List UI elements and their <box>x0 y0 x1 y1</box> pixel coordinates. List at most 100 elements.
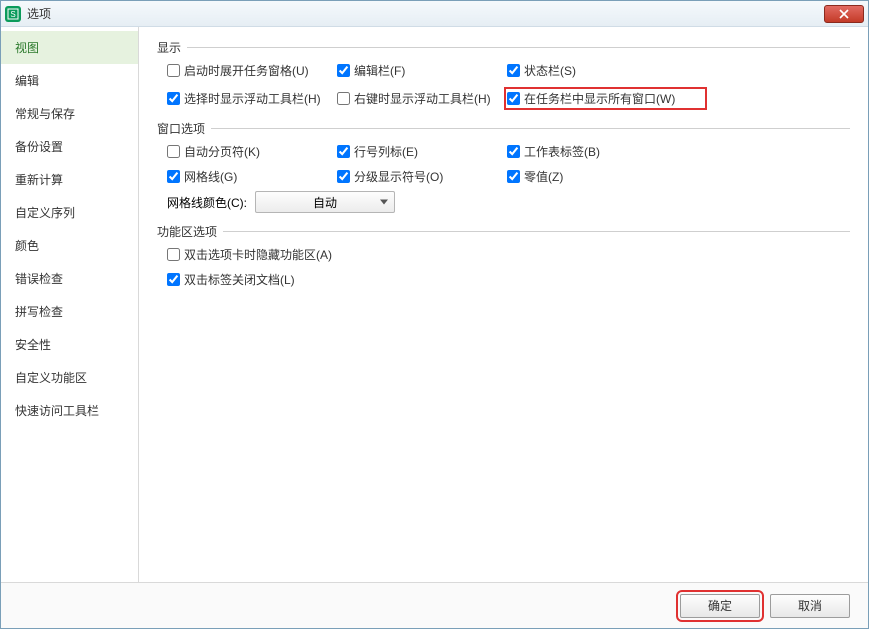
sidebar-item-spell-check[interactable]: 拼写检查 <box>1 295 138 328</box>
checkbox-input[interactable] <box>507 64 520 77</box>
checkbox-label: 双击选项卡时隐藏功能区(A) <box>184 246 332 263</box>
divider <box>187 47 850 48</box>
sidebar-item-customize-ribbon[interactable]: 自定义功能区 <box>1 361 138 394</box>
checkbox-input[interactable] <box>507 170 520 183</box>
group-title: 显示 <box>157 39 181 56</box>
checkbox-sheet-tabs[interactable]: 工作表标签(B) <box>507 143 707 160</box>
checkbox-input[interactable] <box>167 92 180 105</box>
sidebar-item-label: 重新计算 <box>15 173 63 187</box>
checkbox-input[interactable] <box>337 170 350 183</box>
sidebar-item-backup[interactable]: 备份设置 <box>1 130 138 163</box>
checkbox-label: 选择时显示浮动工具栏(H) <box>184 90 321 107</box>
checkbox-input[interactable] <box>167 248 180 261</box>
checkbox-input[interactable] <box>337 145 350 158</box>
group-window-options: 窗口选项 自动分页符(K) 行号列标(E) 工作表标签(B) 网格线(G) 分级… <box>157 120 850 213</box>
checkbox-label: 双击标签关闭文档(L) <box>184 271 295 288</box>
checkbox-label: 零值(Z) <box>524 168 563 185</box>
group-title: 窗口选项 <box>157 120 205 137</box>
sidebar-item-label: 备份设置 <box>15 140 63 154</box>
checkbox-label: 编辑栏(F) <box>354 62 405 79</box>
divider <box>223 231 850 232</box>
sidebar-item-custom-lists[interactable]: 自定义序列 <box>1 196 138 229</box>
checkbox-input[interactable] <box>337 64 350 77</box>
checkbox-label: 自动分页符(K) <box>184 143 260 160</box>
checkbox-label: 工作表标签(B) <box>524 143 600 160</box>
sidebar-item-label: 视图 <box>15 41 39 55</box>
sidebar-item-label: 错误检查 <box>15 272 63 286</box>
group-header: 窗口选项 <box>157 120 850 137</box>
checkbox-list: 双击选项卡时隐藏功能区(A) 双击标签关闭文档(L) <box>157 246 850 288</box>
checkbox-label: 启动时展开任务窗格(U) <box>184 62 309 79</box>
sidebar-item-label: 颜色 <box>15 239 39 253</box>
checkbox-startup-taskpane[interactable]: 启动时展开任务窗格(U) <box>167 62 337 79</box>
checkbox-input[interactable] <box>507 92 520 105</box>
sidebar-item-label: 编辑 <box>15 74 39 88</box>
sidebar-item-error-check[interactable]: 错误检查 <box>1 262 138 295</box>
checkbox-label: 状态栏(S) <box>524 62 576 79</box>
checkbox-label: 在任务栏中显示所有窗口(W) <box>524 90 675 107</box>
group-ribbon-options: 功能区选项 双击选项卡时隐藏功能区(A) 双击标签关闭文档(L) <box>157 223 850 288</box>
sidebar-item-label: 拼写检查 <box>15 305 63 319</box>
checkbox-label: 右键时显示浮动工具栏(H) <box>354 90 491 107</box>
window-title: 选项 <box>27 5 51 22</box>
sidebar-item-label: 常规与保存 <box>15 107 75 121</box>
dropdown-value: 自动 <box>313 194 337 211</box>
checkbox-mini-toolbar-rightclick[interactable]: 右键时显示浮动工具栏(H) <box>337 90 507 107</box>
checkbox-dblclick-hide-ribbon[interactable]: 双击选项卡时隐藏功能区(A) <box>167 246 850 263</box>
sidebar-item-label: 自定义功能区 <box>15 371 87 385</box>
gridline-color-dropdown[interactable]: 自动 <box>255 191 395 213</box>
checkbox-windows-in-taskbar[interactable]: 在任务栏中显示所有窗口(W) <box>504 87 707 110</box>
sidebar-item-label: 安全性 <box>15 338 51 352</box>
gridline-color-row: 网格线颜色(C): 自动 <box>157 191 850 213</box>
checkbox-label: 行号列标(E) <box>354 143 418 160</box>
checkbox-page-breaks[interactable]: 自动分页符(K) <box>167 143 337 160</box>
close-button[interactable] <box>824 5 864 23</box>
button-label: 取消 <box>798 597 822 614</box>
sidebar-item-general-save[interactable]: 常规与保存 <box>1 97 138 130</box>
checkbox-zero-values[interactable]: 零值(Z) <box>507 168 707 185</box>
checkbox-input[interactable] <box>337 92 350 105</box>
sidebar-item-security[interactable]: 安全性 <box>1 328 138 361</box>
gridline-color-label: 网格线颜色(C): <box>167 194 247 211</box>
sidebar-item-edit[interactable]: 编辑 <box>1 64 138 97</box>
sidebar-item-recalc[interactable]: 重新计算 <box>1 163 138 196</box>
content-panel: 显示 启动时展开任务窗格(U) 编辑栏(F) 状态栏(S) 选择时显示浮动工具栏… <box>139 27 868 582</box>
sidebar-item-color[interactable]: 颜色 <box>1 229 138 262</box>
group-header: 显示 <box>157 39 850 56</box>
chevron-down-icon <box>380 200 388 205</box>
group-title: 功能区选项 <box>157 223 217 240</box>
group-display: 显示 启动时展开任务窗格(U) 编辑栏(F) 状态栏(S) 选择时显示浮动工具栏… <box>157 39 850 110</box>
checkbox-grid: 自动分页符(K) 行号列标(E) 工作表标签(B) 网格线(G) 分级显示符号(… <box>157 143 850 185</box>
checkbox-mini-toolbar-select[interactable]: 选择时显示浮动工具栏(H) <box>167 90 337 107</box>
checkbox-formula-bar[interactable]: 编辑栏(F) <box>337 62 507 79</box>
sidebar-item-label: 快速访问工具栏 <box>15 404 99 418</box>
sidebar-item-quick-access[interactable]: 快速访问工具栏 <box>1 394 138 427</box>
checkbox-label: 分级显示符号(O) <box>354 168 443 185</box>
sidebar-item-label: 自定义序列 <box>15 206 75 220</box>
divider <box>211 128 850 129</box>
sidebar: 视图 编辑 常规与保存 备份设置 重新计算 自定义序列 颜色 错误检查 拼写检查… <box>1 27 139 582</box>
dialog-body: 视图 编辑 常规与保存 备份设置 重新计算 自定义序列 颜色 错误检查 拼写检查… <box>1 27 868 582</box>
checkbox-grid: 启动时展开任务窗格(U) 编辑栏(F) 状态栏(S) 选择时显示浮动工具栏(H)… <box>157 62 850 110</box>
dialog-footer: 确定 取消 <box>1 582 868 628</box>
checkbox-label: 网格线(G) <box>184 168 237 185</box>
titlebar: S 选项 <box>1 1 868 27</box>
checkbox-input[interactable] <box>167 170 180 183</box>
checkbox-input[interactable] <box>167 145 180 158</box>
group-header: 功能区选项 <box>157 223 850 240</box>
checkbox-gridlines[interactable]: 网格线(G) <box>167 168 337 185</box>
options-dialog: S 选项 视图 编辑 常规与保存 备份设置 重新计算 自定义序列 颜色 错误检查… <box>0 0 869 629</box>
button-label: 确定 <box>708 597 732 614</box>
checkbox-dblclick-close-doc[interactable]: 双击标签关闭文档(L) <box>167 271 850 288</box>
checkbox-status-bar[interactable]: 状态栏(S) <box>507 62 707 79</box>
ok-button[interactable]: 确定 <box>680 594 760 618</box>
checkbox-input[interactable] <box>507 145 520 158</box>
checkbox-input[interactable] <box>167 64 180 77</box>
svg-text:S: S <box>10 10 15 19</box>
checkbox-row-col-headers[interactable]: 行号列标(E) <box>337 143 507 160</box>
cancel-button[interactable]: 取消 <box>770 594 850 618</box>
app-icon: S <box>5 6 21 22</box>
sidebar-item-view[interactable]: 视图 <box>1 31 138 64</box>
checkbox-input[interactable] <box>167 273 180 286</box>
checkbox-outline-symbols[interactable]: 分级显示符号(O) <box>337 168 507 185</box>
